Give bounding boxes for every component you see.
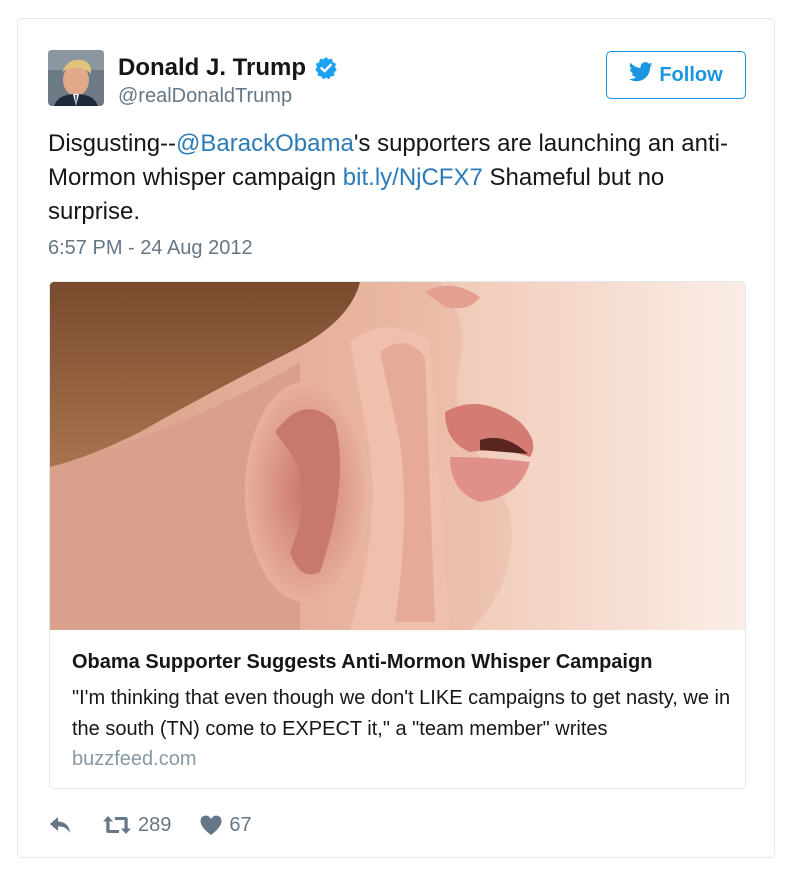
card-domain: buzzfeed.com bbox=[72, 748, 197, 770]
avatar[interactable] bbox=[48, 50, 104, 106]
link-preview-card[interactable]: Obama Supporter Suggests Anti-Mormon Whi… bbox=[49, 281, 746, 789]
display-name-row[interactable]: Donald J. Trump bbox=[118, 54, 338, 82]
retweet-button[interactable]: 289 bbox=[102, 814, 171, 837]
follow-button[interactable]: Follow bbox=[606, 51, 746, 99]
retweet-icon bbox=[102, 814, 132, 836]
like-button[interactable]: 67 bbox=[199, 813, 252, 837]
heart-icon bbox=[199, 814, 223, 836]
card-description: "I'm thinking that even though we don't … bbox=[72, 687, 731, 740]
twitter-bird-icon bbox=[629, 62, 653, 88]
verified-badge-icon bbox=[314, 56, 338, 80]
timestamp[interactable]: 6:57 PM - 24 Aug 2012 bbox=[48, 237, 253, 260]
tweet-card: Donald J. Trump @realDonaldTrump Follow … bbox=[17, 18, 775, 858]
retweet-count: 289 bbox=[138, 813, 172, 836]
tweet-text-part-1: Disgusting-- bbox=[48, 130, 177, 157]
reply-icon bbox=[48, 814, 74, 836]
url-link[interactable]: bit.ly/NjCFX7 bbox=[343, 164, 483, 191]
card-image bbox=[50, 282, 745, 630]
user-handle[interactable]: @realDonaldTrump bbox=[118, 85, 292, 108]
card-title: Obama Supporter Suggests Anti-Mormon Whi… bbox=[72, 651, 653, 673]
tweet-actions: 289 67 bbox=[48, 811, 252, 839]
tweet-text: Disgusting--@BarackObama's supporters ar… bbox=[48, 127, 748, 229]
follow-label: Follow bbox=[659, 63, 723, 86]
reply-button[interactable] bbox=[48, 814, 74, 836]
like-count: 67 bbox=[229, 813, 252, 836]
display-name[interactable]: Donald J. Trump bbox=[118, 54, 306, 82]
mention-link[interactable]: @BarackObama bbox=[176, 130, 354, 157]
